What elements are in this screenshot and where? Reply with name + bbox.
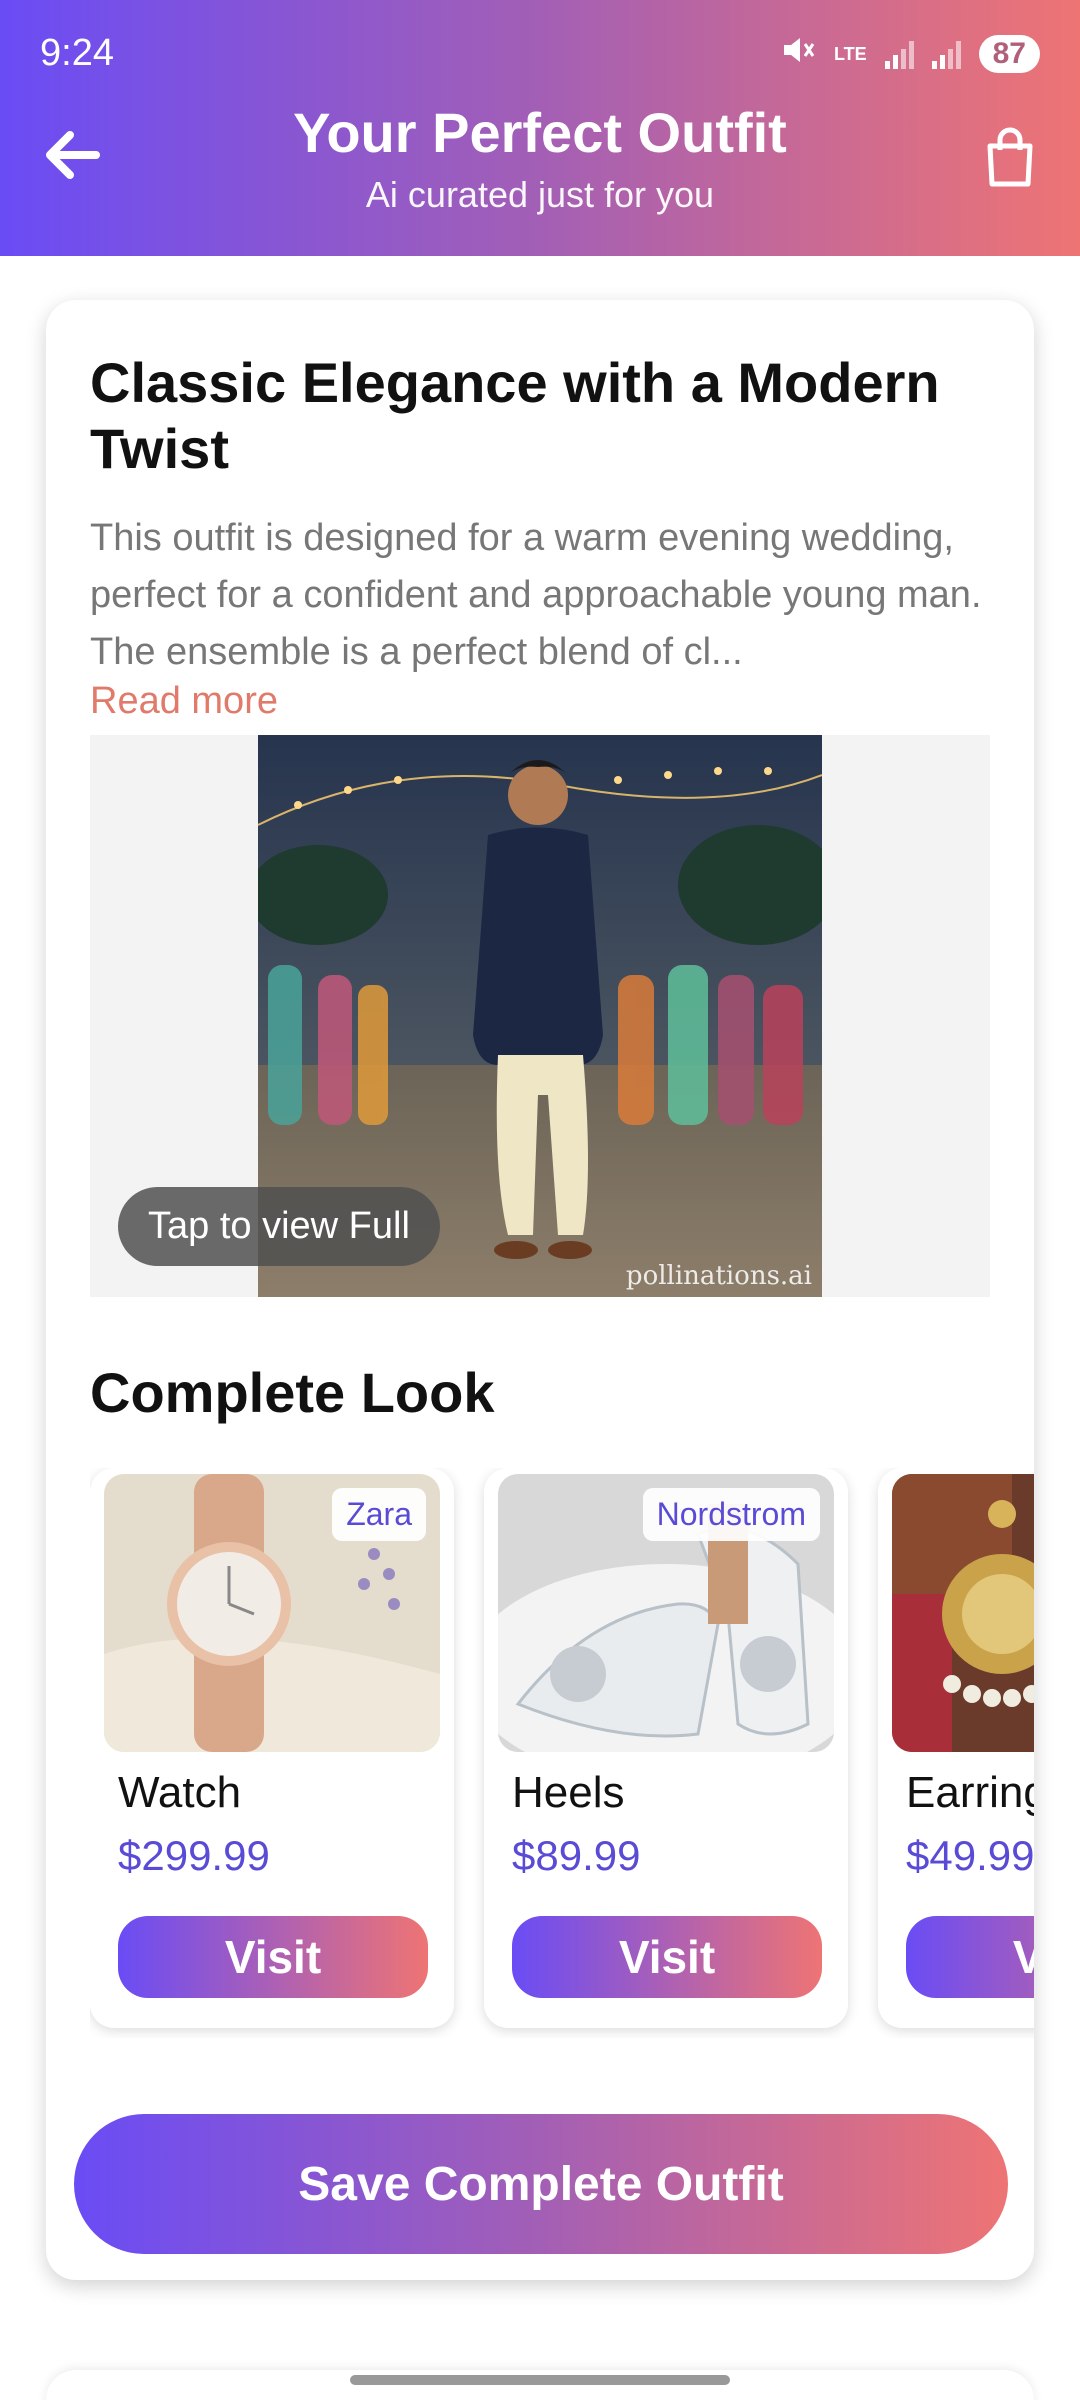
home-indicator[interactable] [350,2375,730,2385]
outfit-image-container[interactable]: pollinations.ai Tap to view Full [90,735,990,1297]
image-watermark: pollinations.ai [625,1261,812,1291]
visit-button[interactable]: Visit [906,1916,1034,1998]
product-name: Earrings [906,1768,1034,1817]
network-type: LTE [833,44,867,64]
product-price: $49.99 [906,1832,1034,1879]
product-price: $299.99 [118,1832,270,1879]
outfit-card: Classic Elegance with a Modern Twist Thi… [46,300,1034,2280]
visit-button[interactable]: Visit [118,1916,428,1998]
product-card-earrings[interactable]: Earrings $49.99 Visit [878,1468,1034,2028]
status-time: 9:24 [40,32,114,74]
visit-button[interactable]: Visit [512,1916,822,1998]
product-image-earrings [892,1474,1034,1752]
app-header: 9:24 LTE 87 Your Perfect Outfit Ai curat… [0,0,1080,256]
product-image-heels: Nordstrom [498,1474,834,1752]
cart-button[interactable] [980,126,1040,190]
outfit-title: Classic Elegance with a Modern Twist [90,351,940,480]
tap-to-view-full-chip[interactable]: Tap to view Full [118,1187,440,1266]
mute-icon [780,34,816,74]
product-image-watch: Zara [104,1474,440,1752]
signal-icon [884,39,914,69]
product-carousel[interactable]: Zara Watch $299.99 Visit Nordstrom Heels [90,1468,1034,2038]
product-card-watch[interactable]: Zara Watch $299.99 Visit [90,1468,454,2028]
shopping-bag-icon [987,127,1033,187]
product-card-heels[interactable]: Nordstrom Heels $89.99 Visit [484,1468,848,2028]
battery-badge: 87 [978,35,1040,73]
save-complete-outfit-button[interactable]: Save Complete Outfit [74,2114,1008,2254]
read-more-link[interactable]: Read more [90,680,278,723]
outfit-description: This outfit is designed for a warm eveni… [90,517,982,673]
product-price: $89.99 [512,1832,641,1879]
page-title: Your Perfect Outfit [293,101,787,164]
page-subtitle: Ai curated just for you [365,174,715,215]
brand-tag: Zara [332,1488,426,1541]
status-icons: LTE 87 [780,34,1040,74]
signal-icon-2 [931,39,961,69]
product-name: Heels [512,1768,625,1817]
brand-tag: Nordstrom [642,1488,820,1541]
product-name: Watch [118,1768,242,1817]
complete-look-title: Complete Look [90,1361,495,1424]
